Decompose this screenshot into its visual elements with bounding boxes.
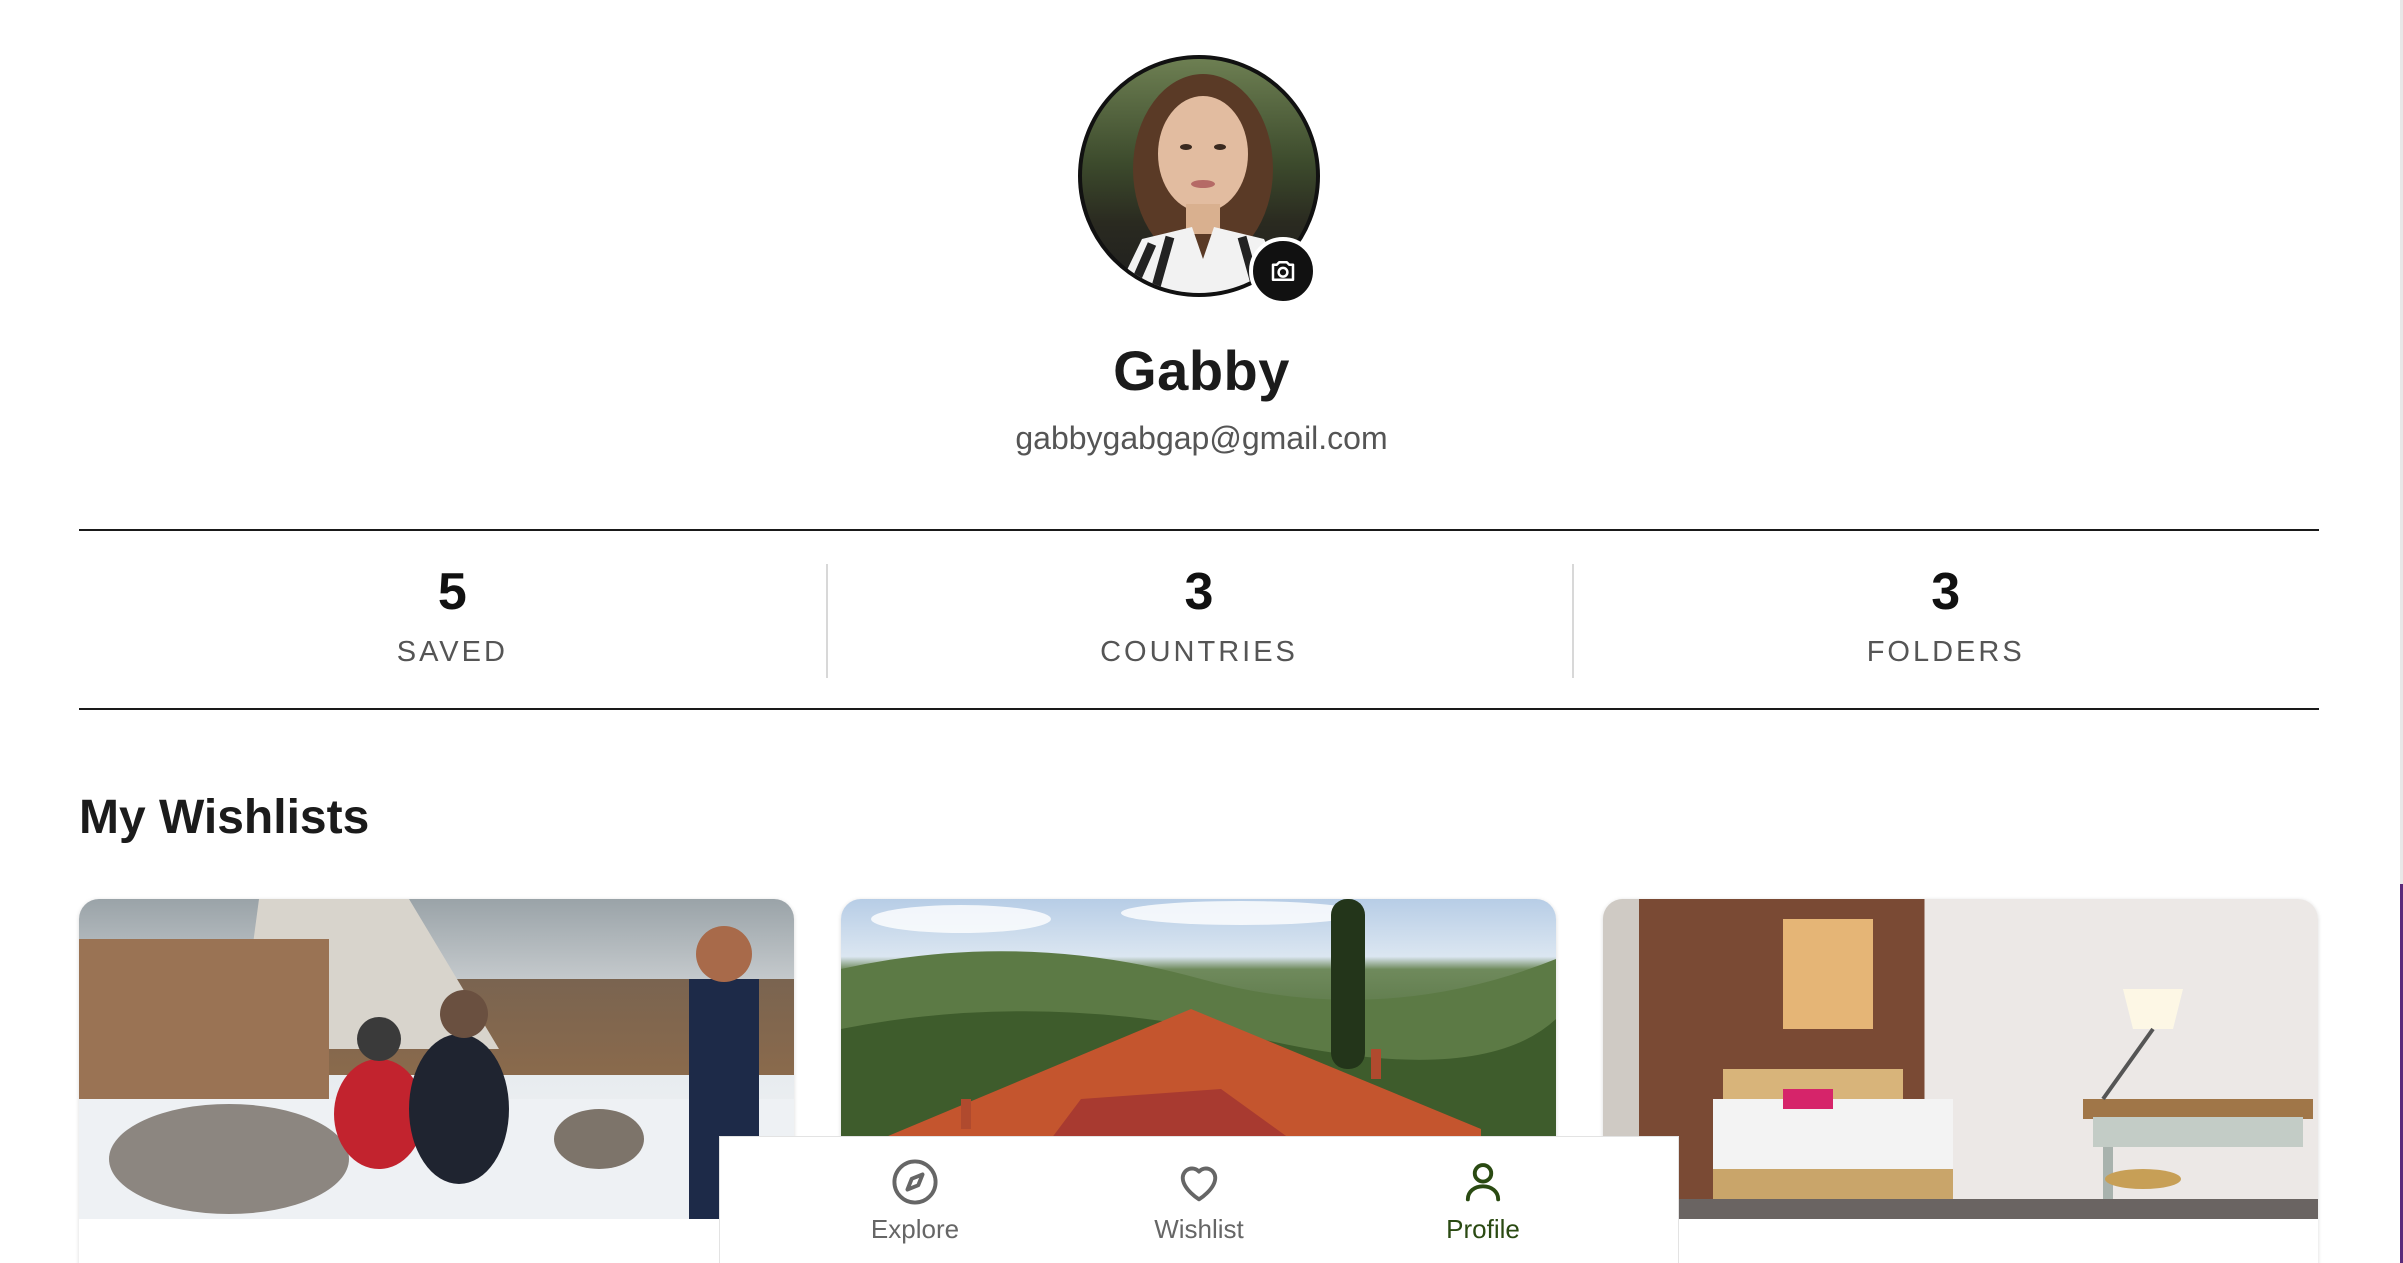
stat-label: SAVED — [396, 636, 508, 668]
wishlist-card[interactable] — [79, 899, 794, 1263]
stat-saved: 5 SAVED — [79, 531, 826, 708]
bottom-navigation: Explore Wishlist Profile — [719, 1136, 1679, 1263]
nav-label: Profile — [1446, 1213, 1520, 1244]
person-icon — [1465, 1162, 1501, 1201]
stats-bar: 5 SAVED 3 COUNTRIES 3 FOLDERS — [79, 529, 2319, 710]
nav-label: Wishlist — [1154, 1213, 1244, 1244]
profile-email: gabbygabgap@gmail.com — [1015, 420, 1388, 456]
profile-page: Gabby gabbygabgap@gmail.com 5 SAVED 3 CO… — [0, 0, 2403, 1263]
nav-explore[interactable]: Explore — [830, 1137, 1000, 1263]
nav-profile[interactable]: Profile — [1398, 1137, 1568, 1263]
compass-icon — [892, 1158, 938, 1205]
stat-folders: 3 FOLDERS — [1572, 531, 2319, 708]
change-photo-button[interactable] — [1249, 237, 1317, 305]
stat-value: 5 — [437, 563, 467, 621]
stat-countries: 3 COUNTRIES — [825, 531, 1573, 708]
camera-icon — [1271, 261, 1295, 281]
nav-wishlist[interactable]: Wishlist — [1114, 1137, 1284, 1263]
wishlist-card[interactable] — [1603, 899, 2318, 1263]
brick-wall-bedroom-photo — [1603, 899, 2318, 1219]
avatar-container — [1078, 55, 1320, 305]
stat-value: 3 — [1184, 563, 1214, 621]
nav-label: Explore — [870, 1213, 960, 1244]
stat-value: 3 — [1931, 563, 1961, 621]
wishlists-heading: My Wishlists — [79, 791, 370, 844]
profile-name: Gabby — [1113, 339, 1290, 402]
snowy-reindeer-camp-photo — [79, 899, 794, 1219]
heart-icon — [1180, 1166, 1218, 1201]
stat-label: COUNTRIES — [1100, 636, 1298, 668]
stat-label: FOLDERS — [1866, 636, 2025, 668]
